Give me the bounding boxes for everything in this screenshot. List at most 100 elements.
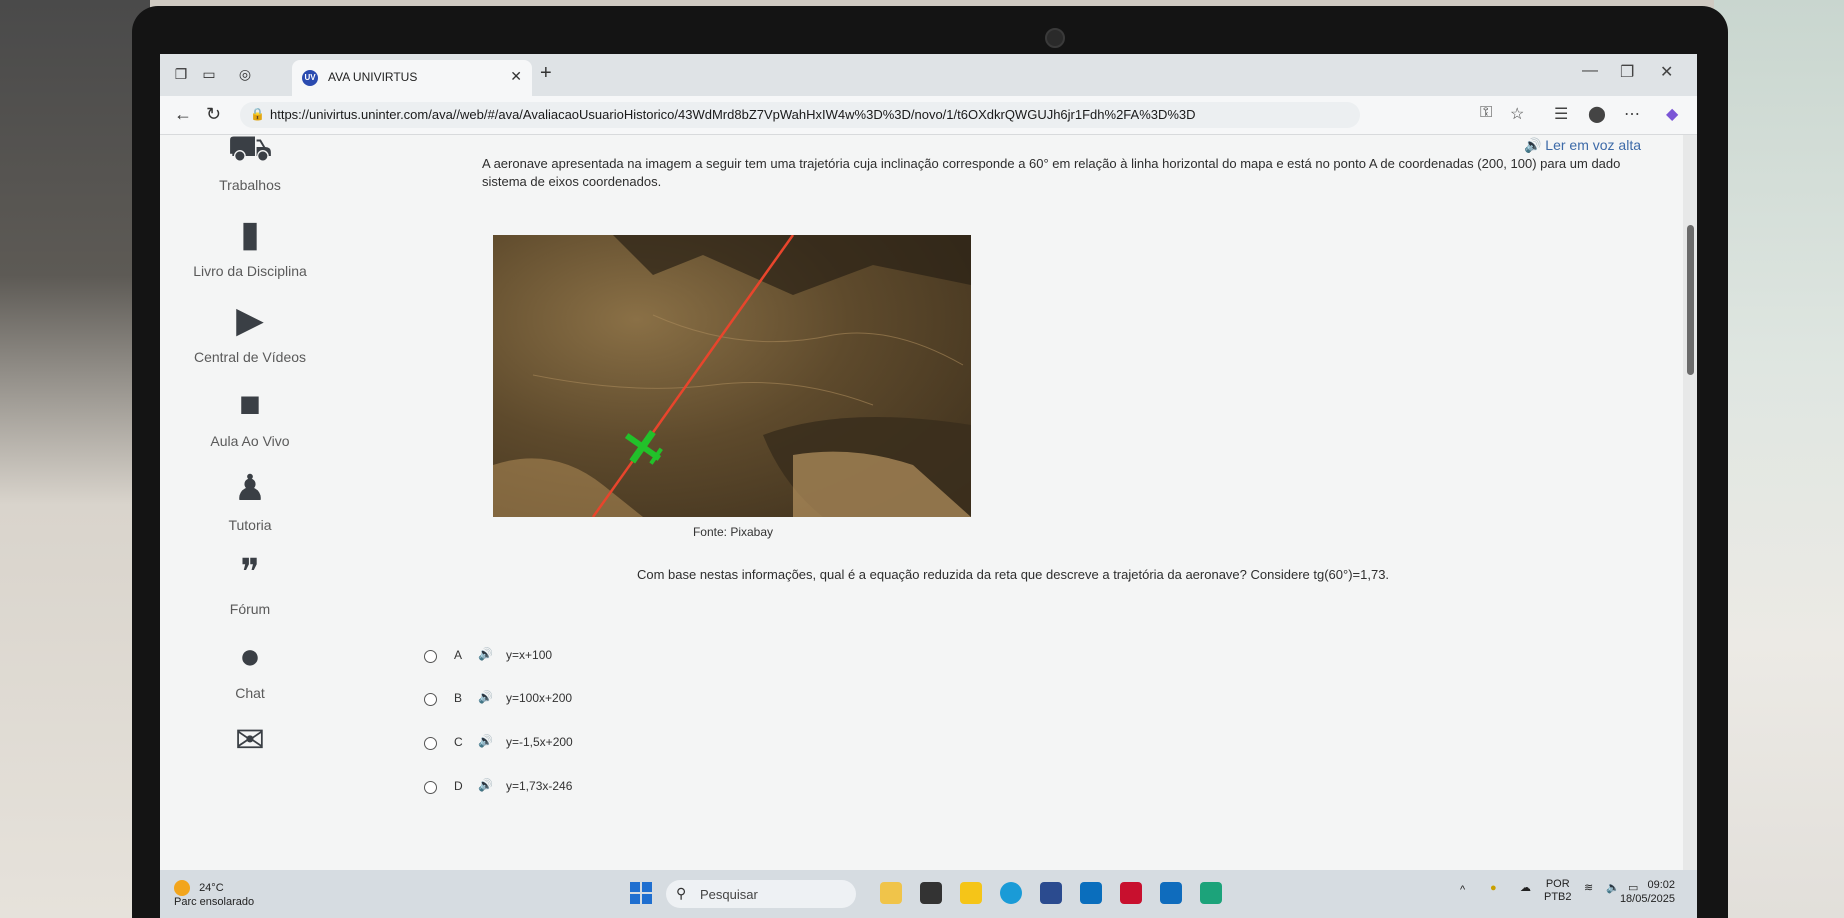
back-icon[interactable]: ←: [174, 104, 192, 125]
question-text: A aeronave apresentada na imagem a segui…: [482, 156, 1621, 189]
option-d[interactable]: D 🔊 y=1,73x-246: [424, 773, 784, 803]
store-icon[interactable]: [1040, 882, 1062, 904]
option-letter: A: [454, 648, 463, 662]
option-text: y=1,73x-246: [506, 779, 573, 793]
outlook-icon[interactable]: [1160, 882, 1182, 904]
task-view-icon[interactable]: [920, 882, 942, 904]
wifi-icon[interactable]: ≋: [1584, 882, 1593, 895]
url-text: https://univirtus.uninter.com/ava//web/#…: [270, 107, 1196, 122]
clock-time: 09:02: [1647, 879, 1675, 891]
tray-chevron-icon[interactable]: ^: [1460, 884, 1465, 897]
tab-actions-icon[interactable]: ▭: [200, 65, 218, 83]
option-c[interactable]: C 🔊 y=-1,5x+200: [424, 729, 784, 759]
sun-icon: [174, 880, 190, 896]
lang-bottom: PTB2: [1544, 891, 1572, 903]
play-icon: ▶: [236, 299, 264, 340]
dell-icon[interactable]: [1080, 882, 1102, 904]
map-image: [493, 235, 971, 517]
app-icon[interactable]: [1200, 882, 1222, 904]
widget-app-icon[interactable]: [880, 882, 902, 904]
refresh-icon[interactable]: ↻: [206, 104, 221, 125]
minimize-icon[interactable]: —: [1582, 62, 1598, 80]
sidebar-item-tutoria[interactable]: ♟ Tutoria: [160, 467, 340, 533]
sidebar: ⛟ Trabalhos ▮ Livro da Disciplina ▶ Cent…: [160, 127, 340, 870]
wheelbarrow-icon: ⛟: [227, 127, 273, 168]
flight-path-line: [591, 235, 795, 517]
close-window-icon[interactable]: ✕: [1660, 62, 1673, 82]
read-aloud-label: Ler em voz alta: [1545, 137, 1641, 153]
language-indicator[interactable]: POR PTB2: [1544, 878, 1572, 904]
book-icon: ▮: [240, 213, 260, 254]
plane-icon: [624, 429, 663, 465]
photo-background-right: [1714, 0, 1844, 918]
mcafee-icon[interactable]: [1120, 882, 1142, 904]
question-prompt: Com base nestas informações, qual é a eq…: [636, 567, 1390, 582]
sidebar-item-label: Trabalhos: [219, 177, 281, 193]
weather-temp: 24°C: [199, 881, 224, 894]
radio-button[interactable]: [424, 781, 437, 794]
file-explorer-icon[interactable]: [960, 882, 982, 904]
sidebar-item-label: Fórum: [229, 601, 271, 617]
graduate-icon: ♟: [233, 467, 267, 508]
radio-button[interactable]: [424, 737, 437, 750]
new-tab-icon[interactable]: +: [540, 62, 552, 85]
radio-button[interactable]: [424, 693, 437, 706]
speaker-icon[interactable]: 🔊: [478, 690, 493, 704]
onedrive-icon[interactable]: ☁: [1520, 882, 1531, 895]
option-text: y=-1,5x+200: [506, 735, 573, 749]
option-letter: D: [454, 779, 463, 793]
address-bar-row: ← ↻ 🔒 https://univirtus.uninter.com/ava/…: [160, 96, 1697, 135]
sidebar-item-mensagens[interactable]: ✉: [160, 719, 340, 769]
radio-button[interactable]: [424, 650, 437, 663]
tab-ava-univirtus[interactable]: UV AVA UNIVIRTUS ✕: [292, 60, 532, 96]
sidebar-item-label: Aula Ao Vivo: [210, 433, 290, 449]
copilot-icon[interactable]: ◆: [1666, 104, 1678, 124]
start-button[interactable]: [630, 882, 652, 904]
favorites-list-icon[interactable]: ☰: [1554, 104, 1568, 124]
univirtus-favicon: UV: [302, 70, 318, 86]
sidebar-item-label: Central de Vídeos: [193, 349, 307, 365]
sidebar-item-trabalhos[interactable]: ⛟ Trabalhos: [160, 127, 340, 193]
workspaces-icon[interactable]: ❐: [172, 65, 190, 83]
sidebar-item-videos[interactable]: ▶ Central de Vídeos: [160, 299, 340, 365]
volume-icon[interactable]: 🔈: [1606, 882, 1620, 895]
sidebar-item-chat[interactable]: ● Chat: [160, 635, 340, 701]
favorite-star-icon[interactable]: ☆: [1510, 104, 1524, 124]
close-tab-icon[interactable]: ✕: [510, 68, 522, 85]
speaker-icon[interactable]: 🔊: [478, 778, 493, 792]
image-caption: Fonte: Pixabay: [692, 525, 774, 539]
option-b[interactable]: B 🔊 y=100x+200: [424, 685, 784, 715]
read-aloud-button[interactable]: 🔊 Ler em voz alta: [1524, 137, 1641, 154]
extension-icon[interactable]: ⬤: [1588, 104, 1606, 124]
taskbar-search[interactable]: ⚲ Pesquisar: [666, 880, 856, 908]
sidebar-item-forum[interactable]: ❞ Fórum: [160, 551, 340, 617]
scrollbar-thumb[interactable]: [1687, 225, 1694, 375]
copilot-tab-icon[interactable]: ◎: [236, 65, 254, 83]
search-icon: ⚲: [676, 885, 687, 901]
option-letter: B: [454, 691, 463, 705]
sidebar-item-label: Chat: [235, 685, 265, 701]
option-text: y=x+100: [506, 648, 553, 662]
weather-widget[interactable]: 24°C Parc ensolarado 1: [174, 880, 254, 909]
password-key-icon[interactable]: ⚿: [1480, 104, 1492, 122]
option-letter: C: [454, 735, 463, 749]
url-input[interactable]: 🔒 https://univirtus.uninter.com/ava//web…: [240, 102, 1360, 128]
edge-icon[interactable]: [1000, 882, 1022, 904]
more-menu-icon[interactable]: ⋯: [1624, 104, 1640, 124]
option-a[interactable]: A 🔊 y=x+100: [424, 642, 784, 672]
quote-bubble-icon: ❞: [240, 551, 260, 592]
page-content: ⛟ Trabalhos ▮ Livro da Disciplina ▶ Cent…: [160, 127, 1697, 870]
video-camera-icon: ■: [239, 383, 261, 424]
weather-desc: Parc ensolarado: [174, 896, 255, 908]
sidebar-item-livro[interactable]: ▮ Livro da Disciplina: [160, 213, 340, 279]
restore-icon[interactable]: ❐: [1620, 62, 1634, 82]
speaker-icon[interactable]: 🔊: [478, 734, 493, 748]
sidebar-item-aula-ao-vivo[interactable]: ■ Aula Ao Vivo: [160, 383, 340, 449]
scrollbar[interactable]: [1683, 135, 1697, 870]
clock[interactable]: 09:02 18/05/2025: [1620, 878, 1675, 906]
map-svg: [493, 235, 971, 517]
search-placeholder: Pesquisar: [700, 887, 758, 902]
tray-app-icon[interactable]: ●: [1490, 882, 1497, 895]
sidebar-item-label: Tutoria: [228, 517, 272, 533]
speaker-icon[interactable]: 🔊: [478, 647, 493, 661]
